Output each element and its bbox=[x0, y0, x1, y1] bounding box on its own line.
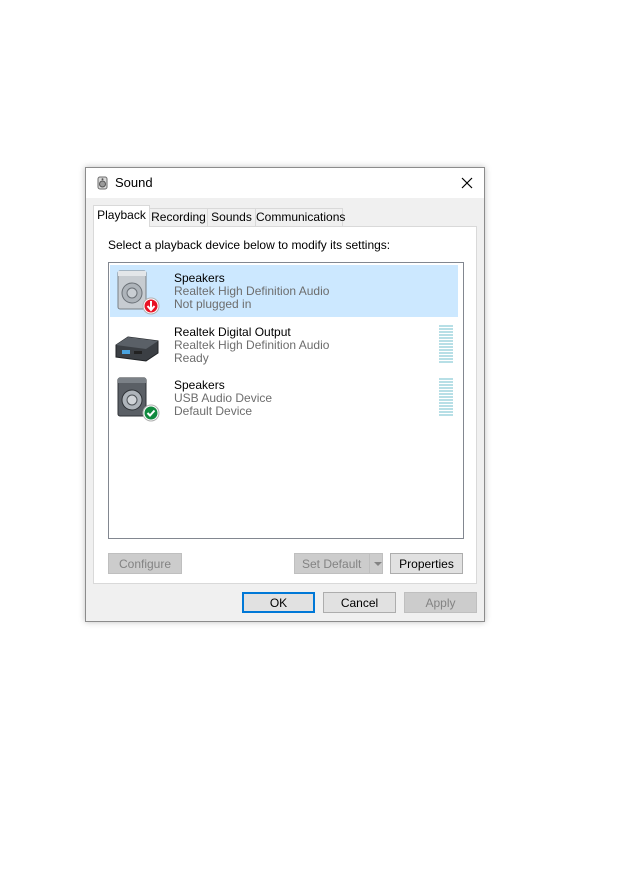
device-item-speakers-usb[interactable]: Speakers USB Audio Device Default Device bbox=[110, 372, 458, 424]
ok-button[interactable]: OK bbox=[242, 592, 315, 613]
apply-button[interactable]: Apply bbox=[404, 592, 477, 613]
chevron-down-icon bbox=[374, 562, 382, 566]
speaker-unplugged-icon bbox=[117, 270, 160, 315]
tab-sounds[interactable]: Sounds bbox=[207, 208, 256, 226]
tab-communications[interactable]: Communications bbox=[255, 208, 345, 226]
cancel-button[interactable]: Cancel bbox=[323, 592, 396, 613]
playback-panel: Select a playback device below to modify… bbox=[93, 226, 477, 584]
device-item-digital-output[interactable]: Realtek Digital Output Realtek High Defi… bbox=[110, 319, 458, 371]
speaker-icon bbox=[97, 176, 108, 190]
configure-button[interactable]: Configure bbox=[108, 553, 182, 574]
device-driver: Realtek High Definition Audio bbox=[174, 284, 330, 298]
digital-output-icon bbox=[115, 336, 159, 362]
device-status: Default Device bbox=[174, 404, 253, 418]
volume-meter bbox=[439, 378, 453, 418]
device-list[interactable]: Speakers Realtek High Definition Audio N… bbox=[108, 262, 464, 539]
device-name: Realtek Digital Output bbox=[174, 325, 291, 339]
device-driver: Realtek High Definition Audio bbox=[174, 338, 330, 352]
sound-dialog: Sound Playback Recording Sounds Communic… bbox=[85, 167, 485, 622]
instruction-text: Select a playback device below to modify… bbox=[108, 238, 391, 252]
title-bar[interactable]: Sound bbox=[86, 168, 484, 198]
device-name: Speakers bbox=[174, 271, 225, 285]
close-icon bbox=[461, 177, 473, 189]
device-driver: USB Audio Device bbox=[174, 391, 273, 405]
tab-playback[interactable]: Playback bbox=[93, 205, 150, 227]
device-item-speakers-realtek[interactable]: Speakers Realtek High Definition Audio N… bbox=[110, 265, 458, 317]
volume-meter bbox=[439, 325, 453, 365]
set-default-dropdown[interactable] bbox=[369, 554, 386, 573]
close-button[interactable] bbox=[450, 168, 484, 198]
dialog-title: Sound bbox=[115, 175, 153, 190]
set-default-label: Set Default bbox=[302, 557, 362, 571]
set-default-button[interactable]: Set Default bbox=[294, 553, 383, 574]
device-name: Speakers bbox=[174, 378, 225, 392]
properties-button[interactable]: Properties bbox=[390, 553, 463, 574]
tab-recording[interactable]: Recording bbox=[149, 208, 208, 226]
device-status: Not plugged in bbox=[174, 297, 252, 311]
device-status: Ready bbox=[174, 351, 209, 365]
speaker-default-icon bbox=[117, 377, 160, 422]
